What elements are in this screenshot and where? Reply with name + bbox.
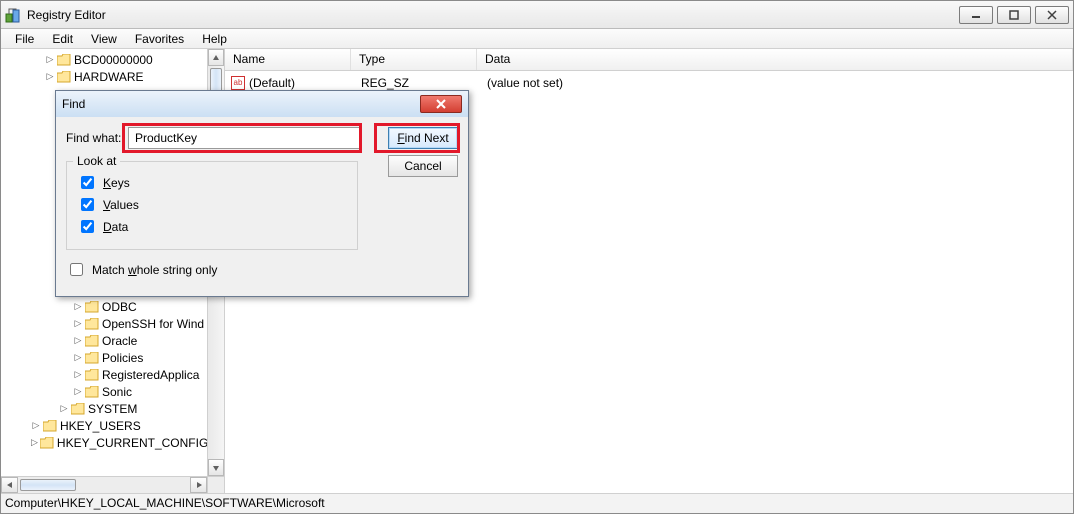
folder-icon: [40, 437, 54, 449]
menubar: File Edit View Favorites Help: [1, 29, 1073, 49]
tree-item-label: ODBC: [102, 300, 137, 314]
menu-edit[interactable]: Edit: [44, 30, 81, 48]
expand-icon[interactable]: ▷: [73, 387, 83, 397]
find-what-label: Find what:: [66, 131, 128, 145]
menu-file[interactable]: File: [7, 30, 42, 48]
tree-item[interactable]: ▷ BCD00000000: [3, 51, 207, 68]
find-next-button[interactable]: Find Next: [388, 127, 458, 149]
folder-icon: [85, 369, 99, 381]
scroll-right-icon[interactable]: [190, 477, 207, 493]
data-checkbox[interactable]: Data: [77, 217, 347, 236]
tree-item-label: BCD00000000: [74, 53, 153, 67]
tree-item[interactable]: ▷ HKEY_USERS: [3, 417, 207, 434]
find-body: Find what: Look at KKeyseys Values Data …: [56, 117, 468, 296]
scroll-thumb-h[interactable]: [20, 479, 76, 491]
col-name[interactable]: Name: [225, 49, 351, 70]
folder-icon: [85, 301, 99, 313]
tree-item[interactable]: ▷ HKEY_CURRENT_CONFIG: [3, 434, 207, 451]
tree-item-label: Oracle: [102, 334, 137, 348]
tree-item[interactable]: ▷ ODBC: [3, 298, 207, 315]
folder-icon: [85, 318, 99, 330]
look-at-label: Look at: [73, 154, 120, 168]
look-at-group: Look at KKeyseys Values Data: [66, 161, 358, 250]
window-controls: [959, 6, 1069, 24]
tree-item[interactable]: ▷ HARDWARE: [3, 68, 207, 85]
expand-icon[interactable]: ▷: [73, 302, 83, 312]
scroll-corner: [207, 476, 224, 493]
scroll-up-icon[interactable]: [208, 49, 224, 66]
tree-item-label: SYSTEM: [88, 402, 137, 416]
find-what-input[interactable]: [128, 127, 360, 149]
tree-item[interactable]: ▷ OpenSSH for Wind: [3, 315, 207, 332]
tree-item-label: RegisteredApplica: [102, 368, 199, 382]
status-path: Computer\HKEY_LOCAL_MACHINE\SOFTWARE\Mic…: [5, 496, 325, 510]
scroll-left-icon[interactable]: [1, 477, 18, 493]
expand-icon[interactable]: ▷: [31, 421, 41, 431]
expand-icon[interactable]: ▷: [45, 55, 55, 65]
regedit-icon: [5, 7, 21, 23]
expand-icon[interactable]: ▷: [73, 353, 83, 363]
expand-icon[interactable]: ▷: [73, 336, 83, 346]
tree-item-label: OpenSSH for Wind: [102, 317, 204, 331]
expand-icon[interactable]: ▷: [59, 404, 69, 414]
titlebar: Registry Editor: [1, 1, 1073, 29]
statusbar: Computer\HKEY_LOCAL_MACHINE\SOFTWARE\Mic…: [1, 493, 1073, 513]
folder-icon: [71, 403, 85, 415]
find-title-text: Find: [62, 97, 420, 111]
find-titlebar[interactable]: Find: [56, 91, 468, 117]
folder-icon: [85, 352, 99, 364]
col-data[interactable]: Data: [477, 49, 1073, 70]
row-type: REG_SZ: [353, 76, 479, 90]
list-header: Name Type Data: [225, 49, 1073, 71]
close-button[interactable]: [1035, 6, 1069, 24]
expand-icon[interactable]: ▷: [73, 370, 83, 380]
folder-icon: [85, 386, 99, 398]
tree-item[interactable]: ▷ SYSTEM: [3, 400, 207, 417]
tree-item[interactable]: ▷ Sonic: [3, 383, 207, 400]
values-checkbox[interactable]: Values: [77, 195, 347, 214]
tree-item[interactable]: ▷ Policies: [3, 349, 207, 366]
keys-checkbox[interactable]: KKeyseys: [77, 173, 347, 192]
string-value-icon: ab: [231, 76, 245, 90]
tree-item[interactable]: ▷ RegisteredApplica: [3, 366, 207, 383]
folder-icon: [57, 71, 71, 83]
cancel-button[interactable]: Cancel: [388, 155, 458, 177]
tree-horizontal-scrollbar[interactable]: [1, 476, 207, 493]
minimize-button[interactable]: [959, 6, 993, 24]
menu-view[interactable]: View: [83, 30, 125, 48]
folder-icon: [57, 54, 71, 66]
row-data: (value not set): [479, 76, 563, 90]
find-close-button[interactable]: [420, 95, 462, 113]
folder-icon: [85, 335, 99, 347]
scroll-down-icon[interactable]: [208, 459, 224, 476]
menu-favorites[interactable]: Favorites: [127, 30, 192, 48]
find-dialog: Find Find what: Look at KKeyseys Values …: [55, 90, 469, 297]
window-title: Registry Editor: [27, 8, 959, 22]
maximize-button[interactable]: [997, 6, 1031, 24]
tree-item-label: HARDWARE: [74, 70, 144, 84]
tree-item-label: HKEY_CURRENT_CONFIG: [57, 436, 208, 450]
row-name: (Default): [249, 76, 295, 90]
match-whole-checkbox[interactable]: Match whole string only: [66, 260, 458, 279]
expand-icon[interactable]: ▷: [31, 438, 38, 448]
folder-icon: [43, 420, 57, 432]
tree-item-label: Sonic: [102, 385, 132, 399]
tree-item[interactable]: ▷ Oracle: [3, 332, 207, 349]
expand-icon[interactable]: ▷: [45, 72, 55, 82]
col-type[interactable]: Type: [351, 49, 477, 70]
menu-help[interactable]: Help: [194, 30, 235, 48]
expand-icon[interactable]: ▷: [73, 319, 83, 329]
tree-item-label: Policies: [102, 351, 143, 365]
tree-item-label: HKEY_USERS: [60, 419, 141, 433]
